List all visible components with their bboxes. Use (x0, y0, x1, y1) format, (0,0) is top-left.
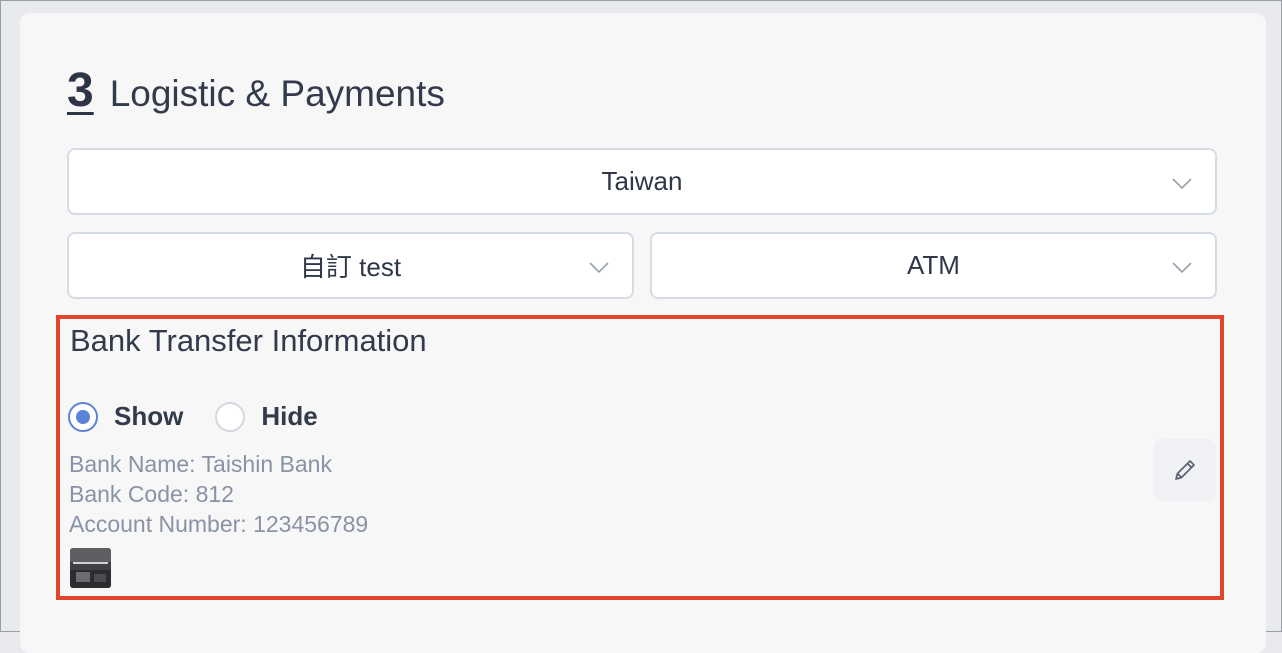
section-title: Logistic & Payments (109, 73, 445, 114)
country-select[interactable]: Taiwan (67, 148, 1217, 215)
section-header: 3 Logistic & Payments (67, 63, 445, 118)
hide-radio-option[interactable]: Hide (215, 401, 318, 432)
hide-radio[interactable] (215, 401, 246, 432)
payment-method-select-value: ATM (907, 250, 960, 280)
bank-name: Bank Name: Taishin Bank (69, 451, 332, 477)
visibility-radio-group: Show Hide (68, 401, 350, 432)
payment-method-select[interactable]: ATM (650, 232, 1217, 299)
bank-image-thumbnail[interactable] (70, 548, 111, 588)
bank-transfer-title: Bank Transfer Information (70, 323, 427, 358)
show-radio[interactable] (68, 401, 98, 432)
bank-transfer-section: Bank Transfer Information Show Hide Bank… (56, 315, 1224, 600)
logistics-payments-card: 3 Logistic & Payments Taiwan 自訂 test ATM… (20, 13, 1266, 653)
show-radio-label: Show (114, 401, 184, 431)
chevron-down-icon (1172, 178, 1192, 190)
logistics-select-value: 自訂 test (299, 252, 402, 282)
account-number: Account Number: 123456789 (69, 511, 369, 537)
logistics-select[interactable]: 自訂 test (67, 232, 634, 299)
country-select-value: Taiwan (601, 166, 683, 196)
chevron-down-icon (589, 262, 609, 274)
thumbnail-image (70, 548, 111, 588)
show-radio-option[interactable]: Show (68, 401, 183, 432)
pencil-icon (1175, 460, 1195, 480)
edit-bank-info-button[interactable] (1154, 439, 1216, 501)
bank-details: Bank Name: Taishin Bank Bank Code: 812 A… (69, 449, 368, 539)
step-number: 3 (67, 64, 94, 117)
bank-code: Bank Code: 812 (69, 481, 234, 507)
chevron-down-icon (1172, 262, 1192, 274)
hide-radio-label: Hide (261, 401, 318, 431)
